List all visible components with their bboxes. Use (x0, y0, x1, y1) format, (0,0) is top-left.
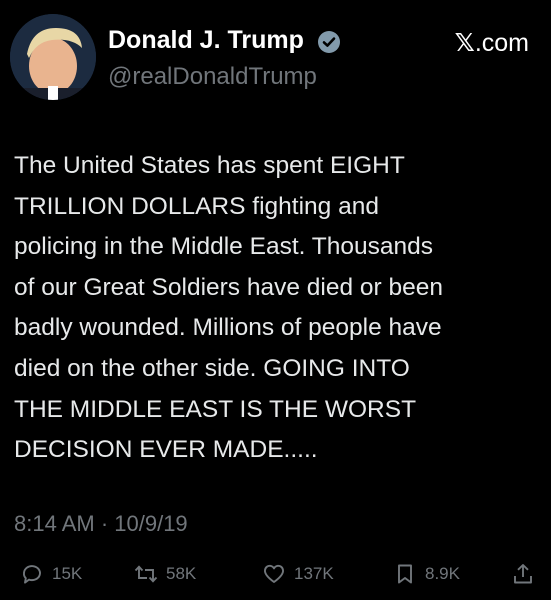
tweet-card: Donald J. Trump @realDonaldTrump 𝕏.com T… (0, 0, 551, 600)
tweet-line: THE MIDDLE EAST IS THE WORST (14, 395, 417, 423)
source-label: 𝕏.com (455, 28, 529, 58)
username-handle[interactable]: @realDonaldTrump (108, 63, 317, 91)
reply-icon (23, 565, 41, 584)
tweet-line: of our Great Soldiers have died or been (14, 273, 444, 301)
tweet-text: The United States has spent EIGHT TRILLI… (14, 146, 541, 471)
timestamp[interactable]: 8:14 AM · 10/9/19 (14, 511, 188, 537)
tweet-line: badly wounded. Millions of people have (14, 314, 442, 342)
tweet-line: died on the other side. GOING INTO (14, 354, 410, 382)
reply-button[interactable]: 15K (20, 556, 82, 592)
heart-icon (264, 564, 284, 583)
repost-count: 58K (166, 564, 197, 583)
tweet-header: Donald J. Trump @realDonaldTrump 𝕏.com (10, 14, 541, 104)
repost-button[interactable]: 58K (134, 556, 196, 592)
tweet-line: TRILLION DOLLARS fighting and (14, 192, 379, 220)
source-suffix: .com (474, 29, 529, 57)
repost-icon (134, 565, 158, 583)
avatar[interactable] (10, 14, 96, 100)
bookmark-count: 8.9K (425, 564, 460, 583)
share-icon (514, 564, 532, 584)
avatar-image (10, 14, 96, 100)
share-button[interactable] (511, 556, 535, 592)
like-count: 137K (294, 564, 334, 583)
tweet-line: The United States has spent EIGHT (14, 152, 405, 179)
tweet-line: DECISION EVER MADE..... (14, 436, 318, 464)
verified-badge-icon (318, 31, 340, 53)
bookmark-button[interactable]: 8.9K (393, 556, 460, 592)
display-name[interactable]: Donald J. Trump (108, 26, 304, 55)
like-button[interactable]: 137K (262, 556, 334, 592)
tweet-line: policing in the Middle East. Thousands (14, 233, 434, 261)
bookmark-icon (398, 564, 412, 584)
action-bar: 15K 58K 137K 8.9K (0, 556, 551, 592)
x-logo-icon: 𝕏 (454, 29, 475, 57)
reply-count: 15K (52, 564, 83, 583)
